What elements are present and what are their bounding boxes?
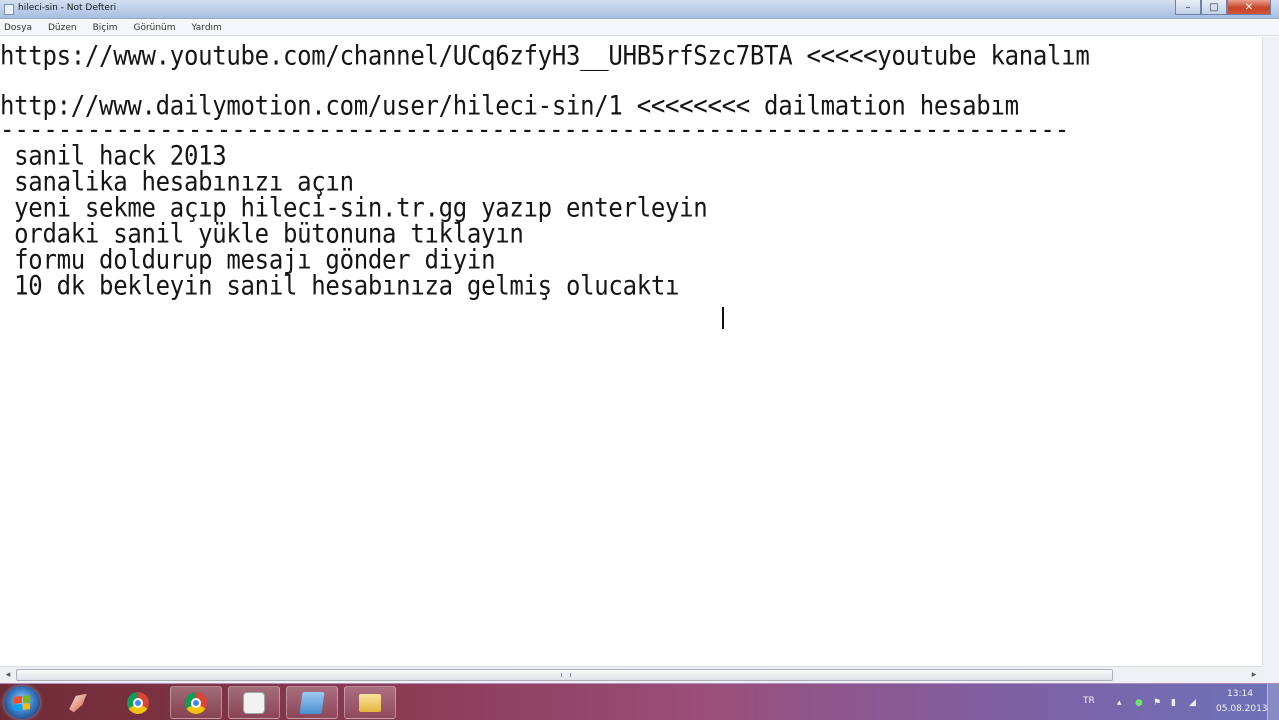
menu-help[interactable]: Yardım [192, 23, 222, 33]
network-icon[interactable]: ● [1135, 698, 1145, 708]
vertical-scrollbar[interactable] [1262, 37, 1279, 666]
system-tray: TR ▴ ● ⚑ ▮ ◢ 13:14 05.08.2013 [1059, 684, 1279, 720]
clock-time[interactable]: 13:14 [1227, 689, 1253, 699]
taskbar: TR ▴ ● ⚑ ▮ ◢ 13:14 05.08.2013 [0, 683, 1279, 720]
taskbar-notepad-button[interactable] [286, 686, 338, 719]
windows-logo-icon [14, 694, 30, 711]
chrome-icon [185, 691, 207, 714]
show-hidden-icons-icon[interactable]: ▴ [1117, 698, 1127, 708]
action-center-icon[interactable]: ⚑ [1153, 698, 1163, 708]
text-line: 10 dk bekleyin sanil hesabınıza gelmiş o… [0, 270, 680, 302]
menu-file[interactable]: Dosya [4, 23, 32, 33]
folder-icon [359, 693, 381, 712]
text-caret [722, 307, 724, 329]
text-line: https://www.youtube.com/channel/UCq6zfyH… [0, 40, 1090, 72]
close-button[interactable]: ✕ [1227, 0, 1271, 15]
horizontal-scroll-thumb[interactable] [16, 669, 1113, 681]
menu-edit[interactable]: Düzen [48, 23, 77, 33]
scroll-right-icon[interactable]: ▸ [1246, 667, 1262, 683]
language-indicator[interactable]: TR [1083, 696, 1095, 706]
clock-date[interactable]: 05.08.2013 [1216, 704, 1268, 714]
paint-icon [69, 693, 87, 713]
volume-icon[interactable]: ◢ [1189, 698, 1199, 708]
maximize-button[interactable]: □ [1201, 0, 1227, 15]
taskbar-chrome-active-button[interactable] [170, 686, 222, 719]
scroll-left-icon[interactable]: ◂ [0, 667, 16, 683]
notepad-app-icon [4, 4, 14, 15]
chrome-icon [127, 691, 149, 714]
minimize-button[interactable]: – [1175, 0, 1201, 15]
start-button[interactable] [4, 686, 40, 719]
size-grip[interactable] [1262, 666, 1279, 683]
taskbar-chrome-button[interactable] [112, 686, 164, 719]
menu-bar: Dosya Düzen Biçim Görünüm Yardım [0, 20, 1279, 36]
horizontal-scrollbar[interactable]: ◂ ▸ [0, 666, 1262, 683]
text-editor[interactable]: https://www.youtube.com/channel/UCq6zfyH… [0, 37, 1262, 666]
chat-icon [243, 691, 265, 714]
notepad-icon [299, 691, 325, 714]
menu-view[interactable]: Görünüm [133, 23, 175, 33]
menu-format[interactable]: Biçim [93, 23, 118, 33]
show-desktop-button[interactable] [1267, 684, 1279, 720]
taskbar-explorer-button[interactable] [344, 686, 396, 719]
taskbar-messenger-button[interactable] [228, 686, 280, 719]
window-controls: – □ ✕ [1175, 0, 1271, 17]
taskbar-paint-button[interactable] [52, 686, 104, 719]
title-bar: hileci-sin - Not Defteri – □ ✕ [0, 0, 1279, 19]
window-title: hileci-sin - Not Defteri [18, 3, 117, 13]
battery-icon[interactable]: ▮ [1171, 698, 1181, 708]
